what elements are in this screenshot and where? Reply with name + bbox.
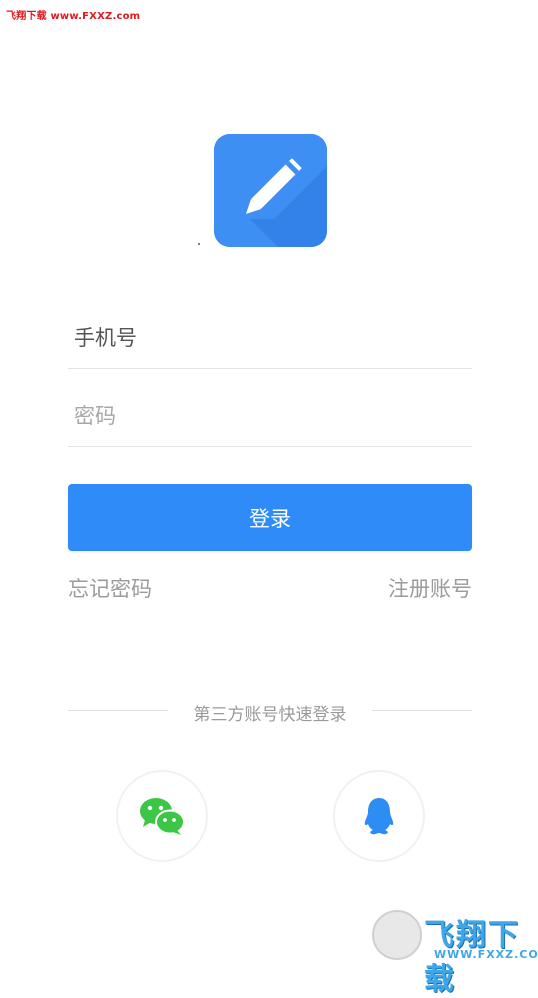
qq-icon [364,798,394,835]
decorative-dot [198,243,200,245]
third-party-login-title: 第三方账号快速登录 [193,705,347,725]
password-input[interactable] [74,404,454,428]
password-field[interactable] [68,377,472,447]
watermark-logo-url: WWW.FXXZ.COM [434,948,538,961]
qq-login-button[interactable] [333,770,425,862]
register-link[interactable]: 注册账号 [388,573,472,603]
watermark-logo-icon [372,910,422,960]
divider-left [68,710,168,711]
watermark-text: 飞翔下载 www.FXXZ.com [6,11,141,22]
watermark-logo: 飞翔下载 WWW.FXXZ.COM [372,910,538,997]
wechat-login-button[interactable] [116,770,208,862]
phone-input[interactable] [74,326,454,350]
divider-right [372,710,472,711]
login-button[interactable]: 登录 [68,484,472,551]
forgot-password-link[interactable]: 忘记密码 [68,573,152,603]
phone-field[interactable] [68,299,472,369]
app-logo-pencil-icon [214,134,327,247]
wechat-icon [140,798,185,835]
